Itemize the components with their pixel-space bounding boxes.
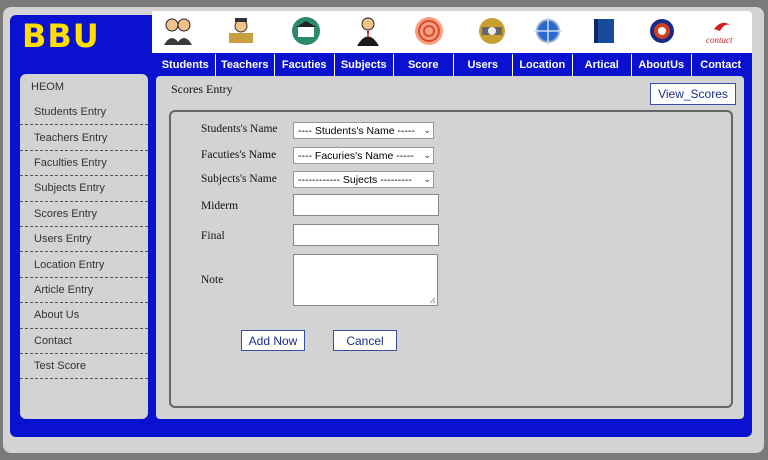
faculty-label: Facuties's Name bbox=[201, 149, 277, 161]
subject-select-value: ------------ Sujects --------- bbox=[298, 173, 412, 186]
subject-select[interactable]: ------------ Sujects --------- ⌄ bbox=[293, 171, 434, 188]
cancel-button[interactable]: Cancel bbox=[333, 330, 397, 351]
chevron-down-icon: ⌄ bbox=[421, 150, 431, 161]
student-select-value: ---- Students's Name ----- bbox=[298, 124, 415, 137]
sidebar-item-contact[interactable]: Contact bbox=[20, 329, 148, 354]
chevron-down-icon: ⌄ bbox=[421, 174, 431, 185]
sidebar-item-about-us[interactable]: About Us bbox=[20, 303, 148, 329]
about-us-icon[interactable] bbox=[646, 15, 678, 47]
sidebar-item-location-entry[interactable]: Location Entry bbox=[20, 252, 148, 278]
nav-about-us[interactable]: AboutUs bbox=[632, 54, 692, 76]
students-icon[interactable] bbox=[162, 15, 194, 47]
sidebar-item-subjects-entry[interactable]: Subjects Entry bbox=[20, 176, 148, 202]
nav-teachers[interactable]: Teachers bbox=[216, 54, 275, 76]
sidebar-item-users-entry[interactable]: Users Entry bbox=[20, 227, 148, 253]
nav-score[interactable]: Score bbox=[394, 54, 454, 76]
main-panel: Scores Entry View_Scores Students's Name… bbox=[156, 76, 744, 419]
midterm-label: Miderm bbox=[201, 200, 239, 212]
nav-users[interactable]: Users bbox=[454, 54, 513, 76]
score-entry-form: Students's Name ---- Students's Name ---… bbox=[169, 110, 733, 408]
sidebar-item-faculties-entry[interactable]: Faculties Entry bbox=[20, 151, 148, 177]
view-scores-button[interactable]: View_Scores bbox=[650, 83, 736, 105]
sidebar-item-article-entry[interactable]: Article Entry bbox=[20, 278, 148, 304]
add-now-button[interactable]: Add Now bbox=[241, 330, 305, 351]
chevron-down-icon: ⌄ bbox=[421, 125, 431, 136]
location-icon[interactable] bbox=[532, 15, 564, 47]
site-logo[interactable]: BBU bbox=[22, 18, 100, 54]
sidebar-item-students-entry[interactable]: Students Entry bbox=[20, 100, 148, 126]
article-icon[interactable] bbox=[588, 15, 620, 47]
sidebar-item-teachers-entry[interactable]: Teachers Entry bbox=[20, 125, 148, 151]
subjects-icon[interactable] bbox=[352, 15, 384, 47]
faculty-select[interactable]: ---- Facuries's Name ----- ⌄ bbox=[293, 147, 434, 164]
faculty-select-value: ---- Facuries's Name ----- bbox=[298, 149, 414, 162]
nav-location[interactable]: Location bbox=[513, 54, 573, 76]
final-label: Final bbox=[201, 230, 225, 242]
student-select[interactable]: ---- Students's Name ----- ⌄ bbox=[293, 122, 434, 139]
resize-handle-icon[interactable] bbox=[429, 297, 436, 304]
student-label: Students's Name bbox=[201, 123, 278, 135]
subject-label: Subjects's Name bbox=[201, 173, 277, 185]
nav-subjects[interactable]: Subjects bbox=[335, 54, 394, 76]
teachers-icon[interactable] bbox=[225, 15, 257, 47]
nav-faculties[interactable]: Facuties bbox=[275, 54, 335, 76]
sidebar-header[interactable]: HEOM bbox=[20, 74, 148, 100]
main-nav: Students Teachers Facuties Subjects Scor… bbox=[156, 54, 750, 76]
nav-students[interactable]: Students bbox=[156, 54, 216, 76]
sidebar: HEOM Students Entry Teachers Entry Facul… bbox=[20, 74, 148, 419]
note-textarea[interactable] bbox=[293, 254, 438, 306]
contact-icon[interactable]: contact bbox=[704, 15, 740, 47]
midterm-input[interactable] bbox=[293, 194, 439, 216]
svg-text:contact: contact bbox=[706, 35, 733, 45]
sidebar-item-scores-entry[interactable]: Scores Entry bbox=[20, 202, 148, 227]
nav-article[interactable]: Artical bbox=[573, 54, 632, 76]
final-input[interactable] bbox=[293, 224, 439, 246]
nav-contact[interactable]: Contact bbox=[692, 54, 751, 76]
users-icon[interactable] bbox=[476, 15, 508, 47]
score-icon[interactable] bbox=[413, 15, 445, 47]
page-title: Scores Entry bbox=[171, 82, 233, 96]
sidebar-item-test-score[interactable]: Test Score bbox=[20, 354, 148, 380]
faculties-icon[interactable] bbox=[290, 15, 322, 47]
note-label: Note bbox=[201, 274, 224, 286]
